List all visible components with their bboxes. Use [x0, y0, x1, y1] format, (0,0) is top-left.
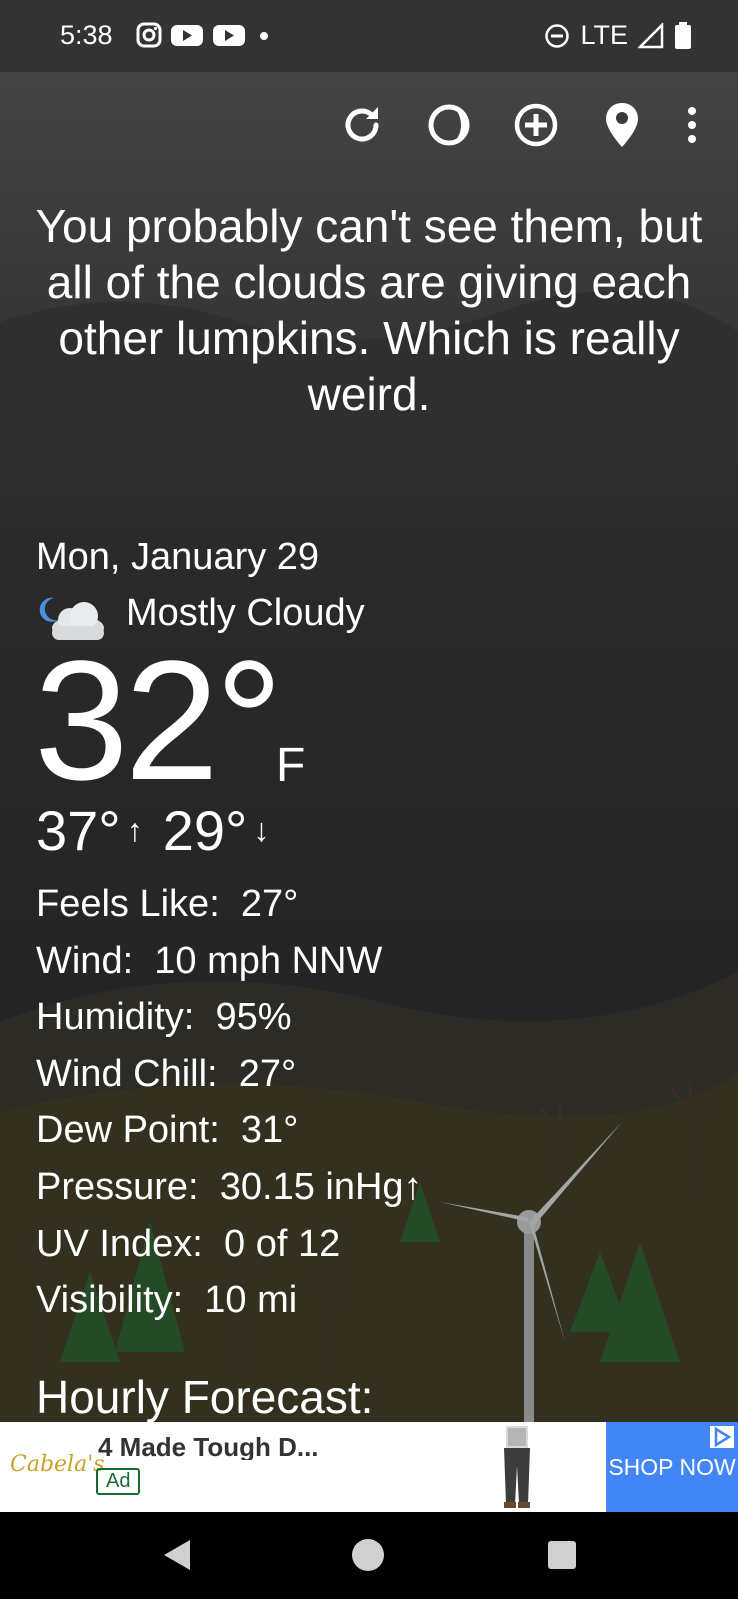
- toolbar: [0, 72, 738, 177]
- youtube-icon: [171, 25, 203, 46]
- status-time: 5:38: [60, 20, 113, 50]
- detail-label: Pressure:: [36, 1165, 199, 1208]
- weather-details: Feels Like: 27° Wind: 10 mph NNW Humidit…: [36, 876, 423, 1329]
- system-nav-bar: [0, 1512, 738, 1599]
- detail-wind: Wind: 10 mph NNW: [36, 933, 423, 990]
- hourly-forecast-heading: Hourly Forecast:: [36, 1372, 374, 1422]
- ad-title[interactable]: 4 Made Tough D...: [98, 1432, 328, 1460]
- detail-feels-like: Feels Like: 27°: [36, 876, 423, 933]
- refresh-icon: [345, 107, 379, 142]
- detail-value: 27°: [238, 1052, 297, 1095]
- moon-phase-icon: [428, 104, 470, 146]
- detail-visibility: Visibility: 10 mi: [36, 1272, 423, 1329]
- detail-label: Humidity:: [36, 996, 195, 1039]
- more-vert-icon: [688, 107, 696, 143]
- detail-value: 10 mph NNW: [154, 939, 383, 982]
- more-options-button[interactable]: [672, 97, 712, 153]
- detail-label: Wind:: [36, 939, 134, 982]
- high-arrow-icon: ↑: [126, 812, 143, 848]
- weather-quote: You probably can't see them, but all of …: [35, 200, 703, 420]
- detail-value: 27°: [240, 883, 299, 925]
- detail-value: 95%: [215, 996, 292, 1039]
- detail-label: Visibility:: [36, 1279, 184, 1322]
- back-icon[interactable]: [160, 1538, 194, 1572]
- ad-banner[interactable]: Cabela's 4 Made Tough D... Ad SHOP NOW: [0, 1422, 738, 1512]
- dot-icon: [260, 32, 268, 40]
- current-date: Mon, January 29: [36, 536, 320, 578]
- ad-choices-icon[interactable]: [710, 1426, 734, 1448]
- detail-label: Feels Like:: [36, 883, 220, 925]
- detail-label: UV Index:: [36, 1222, 203, 1265]
- high-low-temps: 37° ↑ 29° ↓: [36, 798, 283, 863]
- recents-icon[interactable]: [547, 1540, 577, 1570]
- youtube-icon: [213, 25, 245, 46]
- ad-brand-logo: Cabela's: [10, 1452, 105, 1477]
- detail-value: 10 mi: [204, 1279, 298, 1322]
- detail-label: Dew Point:: [36, 1109, 220, 1152]
- ad-product-image: [504, 1426, 530, 1508]
- status-right: LTE: [544, 20, 692, 51]
- battery-icon: [675, 21, 691, 49]
- add-location-button[interactable]: [508, 97, 564, 153]
- low-arrow-icon: ↓: [253, 812, 270, 848]
- detail-value: 0 of 12: [224, 1222, 341, 1265]
- dnd-icon: [545, 23, 570, 48]
- ad-badge: Ad: [96, 1468, 141, 1495]
- moon-phase-button[interactable]: [421, 97, 477, 153]
- add-location-icon: [514, 103, 558, 147]
- detail-value: 31°: [240, 1109, 299, 1152]
- detail-label: Wind Chill:: [36, 1052, 218, 1095]
- temperature-unit: F: [276, 739, 306, 792]
- notification-icons: [136, 22, 274, 48]
- status-bar: 5:38 LTE: [0, 0, 738, 72]
- high-temp: 37°: [36, 799, 121, 862]
- home-icon[interactable]: [351, 1538, 385, 1572]
- detail-wind-chill: Wind Chill: 27°: [36, 1046, 423, 1103]
- detail-humidity: Humidity: 95%: [36, 989, 423, 1046]
- low-temp: 29°: [162, 799, 248, 862]
- detail-dew-point: Dew Point: 31°: [36, 1102, 423, 1159]
- signal-icon: [638, 22, 664, 48]
- detail-pressure: Pressure: 30.15 inHg↑: [36, 1159, 423, 1216]
- instagram-icon: [136, 22, 162, 48]
- location-button[interactable]: [594, 97, 650, 153]
- detail-value: 30.15 inHg↑: [219, 1165, 423, 1208]
- network-type: LTE: [580, 20, 628, 50]
- current-temperature: 32°: [34, 626, 283, 816]
- refresh-button[interactable]: [334, 97, 390, 153]
- location-pin-icon: [606, 103, 638, 147]
- detail-uv-index: UV Index: 0 of 12: [36, 1216, 423, 1273]
